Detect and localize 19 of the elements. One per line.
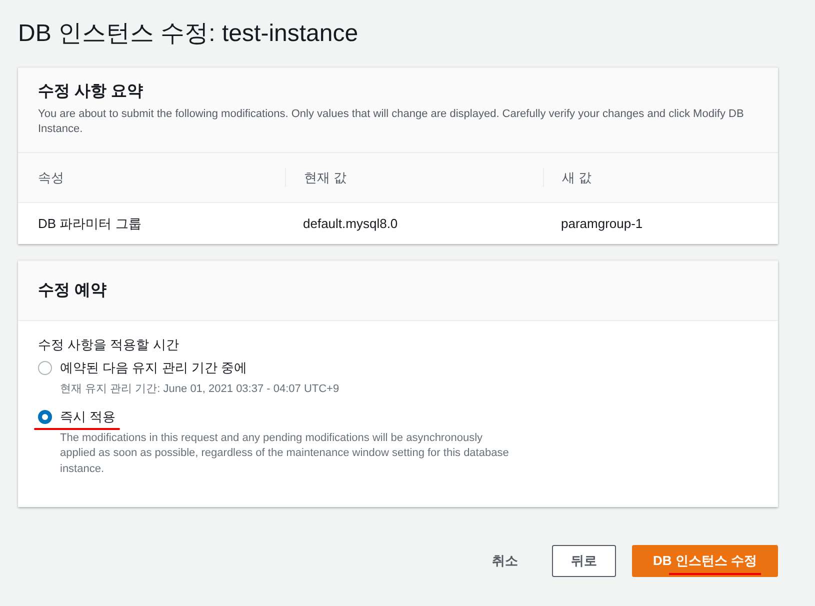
column-header: 새 값 <box>543 168 778 188</box>
table-cell-text: paramgroup-1 <box>560 214 644 233</box>
field-label: 수정 사항을 적용할 시간 <box>38 336 180 354</box>
table-cell-text: DB 파라미터 그룹 <box>37 214 142 233</box>
page-title: DB 인스턴스 수정: test-instance <box>18 20 360 49</box>
radio-label[interactable]: 예약된 다음 유지 관리 기간 중에 <box>60 358 248 378</box>
column-header: 속성 <box>37 168 65 187</box>
option-description: 현재 유지 관리 기간: June 01, 2021 03:37 - 04:07 UTC+9 <box>60 382 340 397</box>
table-cell-text: default.mysql8.0 <box>302 214 399 233</box>
option-description: The modifications in this request and any pending modifications will be asynchronously applied as soon as possible, regardless of the maintenance window setting for this database instance. <box>60 430 510 477</box>
back-button[interactable]: 뒤로 <box>552 545 616 577</box>
panel-description: You are about to submit the following modifications. Only values that will change are displayed. Carefully verify your changes and click Modify DB Instance. <box>38 106 745 138</box>
radio-label[interactable]: 즉시 적용 <box>60 407 116 427</box>
cancel-button[interactable]: 취소 <box>474 546 536 576</box>
radio-button[interactable] <box>38 410 52 424</box>
panel-heading: 수정 사항 요약 <box>38 82 144 101</box>
panel-heading: 수정 예약 <box>38 280 108 300</box>
radio-button[interactable] <box>38 361 52 376</box>
column-header: 현재 값 <box>285 168 543 188</box>
